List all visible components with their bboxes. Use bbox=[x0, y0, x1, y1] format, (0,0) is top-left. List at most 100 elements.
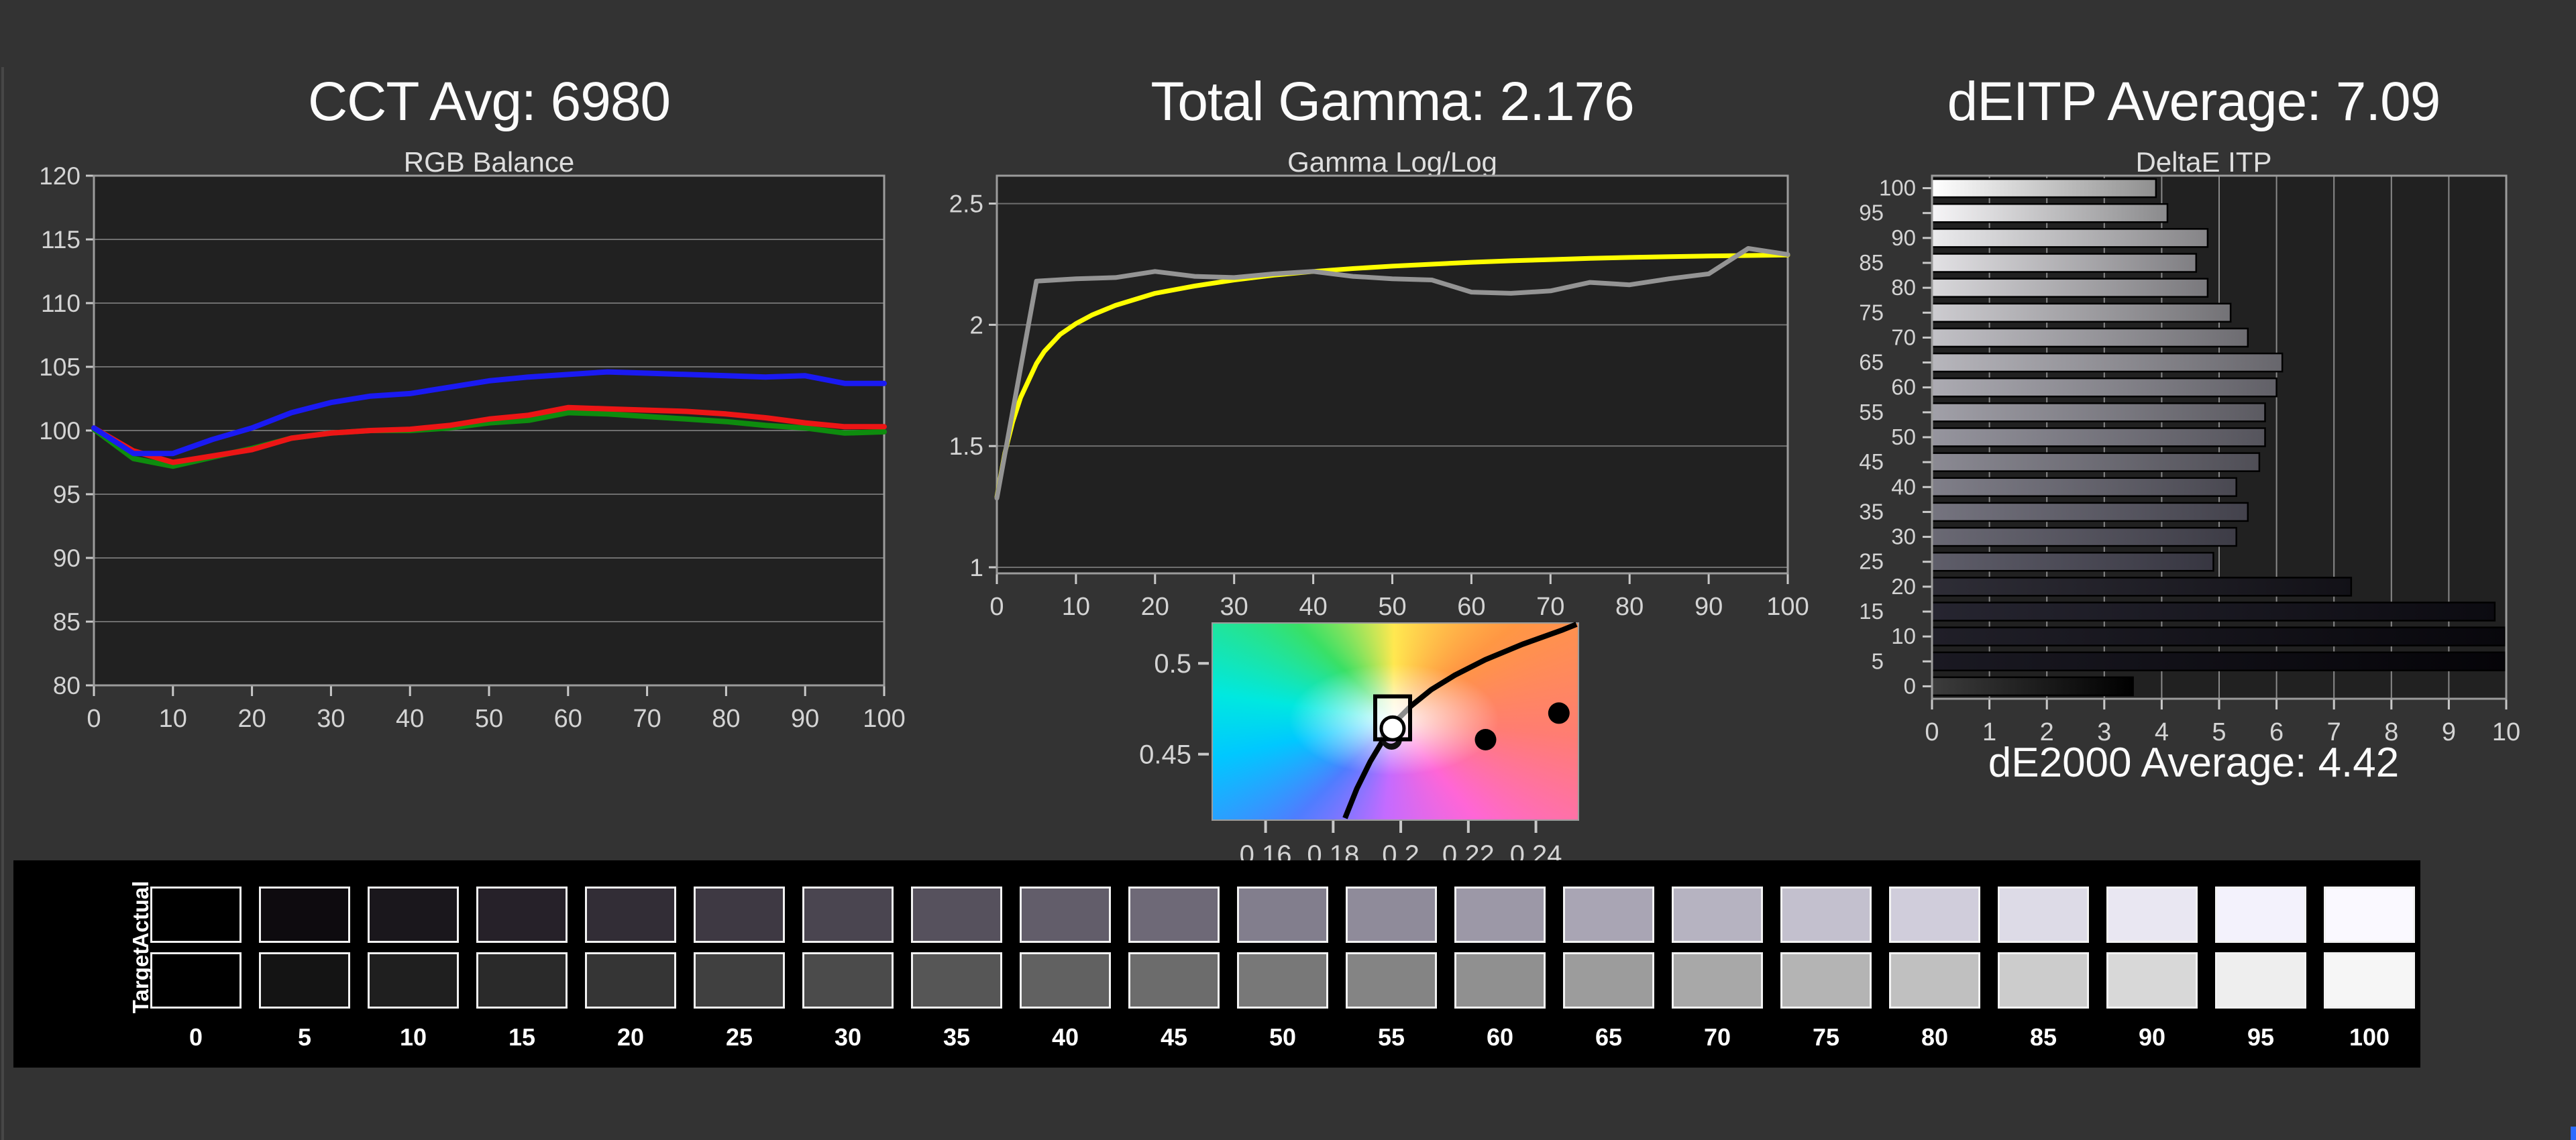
gamma_loglog-plot-border bbox=[996, 174, 1789, 575]
swatch-actual-30 bbox=[802, 887, 894, 943]
x-tick-label: 0 bbox=[989, 593, 1004, 621]
x-tick-label: 30 bbox=[317, 705, 345, 733]
swatch-level-label: 85 bbox=[2029, 1023, 2057, 1051]
swatch-actual-0 bbox=[150, 887, 241, 943]
x-tick-label: 60 bbox=[1457, 593, 1485, 621]
rgb_balance-line-blue bbox=[91, 369, 887, 457]
y-tick-label: 10 bbox=[1891, 624, 1916, 648]
y-tick-label: 35 bbox=[1859, 499, 1884, 524]
swatch-level-label: 10 bbox=[399, 1023, 427, 1051]
grayscale-swatch-strip: Actual Target 0 5 10 15 20 25 30 35 40 45 50 55 60 65… bbox=[13, 860, 2420, 1068]
x-tick-label: 20 bbox=[1141, 593, 1169, 621]
y-tick-label: 20 bbox=[1891, 574, 1916, 599]
swatch-actual-50 bbox=[1237, 887, 1328, 943]
x-tick-label: 50 bbox=[475, 705, 503, 733]
y-tick-label: 100 bbox=[39, 417, 80, 445]
de2000-average-label: dE2000 Average: 4.42 bbox=[1988, 740, 2400, 786]
swatch-target-25 bbox=[694, 952, 785, 1009]
swatch-level-label: 25 bbox=[725, 1023, 753, 1051]
x-tick-label: 40 bbox=[1299, 593, 1327, 621]
swatch-actual-25 bbox=[694, 887, 785, 943]
deltae-bar-0 bbox=[1931, 676, 2134, 697]
x-tick-label: 90 bbox=[791, 705, 819, 733]
swatch-target-60 bbox=[1454, 952, 1546, 1009]
x-tick-label: 70 bbox=[1536, 593, 1564, 621]
y-tick-label: 90 bbox=[53, 545, 80, 572]
swatch-target-100 bbox=[2324, 952, 2415, 1009]
y-tick-label: 1 bbox=[969, 554, 983, 581]
cie-y-tick-label: 0.5 bbox=[1154, 649, 1191, 679]
swatch-level-label: 100 bbox=[2349, 1023, 2390, 1051]
y-tick-label: 75 bbox=[1859, 300, 1884, 325]
x-tick-label: 30 bbox=[1220, 593, 1248, 621]
x-tick-label: 0 bbox=[87, 705, 101, 733]
swatch-level-label: 40 bbox=[1051, 1023, 1079, 1051]
swatch-actual-65 bbox=[1563, 887, 1654, 943]
x-tick-label: 80 bbox=[1615, 593, 1644, 621]
gamma_loglog-line-measured-gamma bbox=[994, 246, 1790, 501]
swatch-level-label: 15 bbox=[508, 1023, 536, 1051]
swatch-target-75 bbox=[1780, 952, 1872, 1009]
rgb-balance-subtitle: RGB Balance bbox=[403, 146, 575, 178]
y-tick-label: 110 bbox=[41, 290, 80, 317]
deltae-bar-75 bbox=[1931, 302, 2232, 323]
swatch-target-15 bbox=[476, 952, 568, 1009]
y-tick-label: 45 bbox=[1859, 449, 1884, 474]
swatch-actual-80 bbox=[1889, 887, 1980, 943]
swatch-level-label: 80 bbox=[1921, 1023, 1949, 1051]
deltae-bar-25 bbox=[1931, 551, 2214, 572]
swatch-level-label: 30 bbox=[834, 1023, 862, 1051]
swatch-level-label: 65 bbox=[1595, 1023, 1623, 1051]
deltae-bar-95 bbox=[1931, 203, 2169, 223]
swatch-target-5 bbox=[259, 952, 350, 1009]
swatch-actual-75 bbox=[1780, 887, 1872, 943]
swatch-target-0 bbox=[150, 952, 241, 1009]
gamma-loglog-subtitle: Gamma Log/Log bbox=[1287, 146, 1497, 178]
y-tick-label: 0 bbox=[1904, 673, 1916, 698]
swatch-actual-60 bbox=[1454, 887, 1546, 943]
corner-artifact bbox=[2571, 1127, 2576, 1140]
swatch-level-label: 55 bbox=[1377, 1023, 1405, 1051]
deltae-bar-45 bbox=[1931, 452, 2261, 472]
deltae-bar-50 bbox=[1931, 427, 2266, 447]
x-tick-label: 90 bbox=[1695, 593, 1723, 621]
x-tick-label: 80 bbox=[712, 705, 740, 733]
swatch-target-45 bbox=[1128, 952, 1220, 1009]
deltae-itp-subtitle: DeltaE ITP bbox=[2135, 146, 2272, 178]
x-tick-label: 40 bbox=[396, 705, 424, 733]
swatch-level-label: 50 bbox=[1269, 1023, 1297, 1051]
swatch-target-55 bbox=[1346, 952, 1437, 1009]
y-tick-label: 30 bbox=[1891, 524, 1916, 549]
swatch-level-label: 60 bbox=[1486, 1023, 1514, 1051]
deltae-bar-15 bbox=[1931, 602, 2496, 622]
swatch-target-30 bbox=[802, 952, 894, 1009]
swatch-target-90 bbox=[2106, 952, 2198, 1009]
deltae-bar-30 bbox=[1931, 526, 2237, 547]
deltae-bar-90 bbox=[1931, 228, 2209, 248]
x-tick-label: 10 bbox=[1062, 593, 1090, 621]
swatch-target-35 bbox=[911, 952, 1002, 1009]
deltae-bar-20 bbox=[1931, 577, 2353, 597]
window-edge bbox=[1, 67, 4, 1140]
deltae-bar-10 bbox=[1931, 626, 2506, 646]
y-tick-label: 80 bbox=[53, 672, 80, 699]
x-tick-label: 50 bbox=[1378, 593, 1406, 621]
deltae-bar-35 bbox=[1931, 502, 2249, 522]
deitp-average-title: dEITP Average: 7.09 bbox=[1947, 71, 2441, 132]
y-tick-label: 85 bbox=[1859, 250, 1884, 275]
swatch-level-label: 95 bbox=[2247, 1023, 2275, 1051]
y-tick-label: 120 bbox=[39, 162, 80, 190]
rgb_balance-plot-border bbox=[93, 174, 885, 687]
cie-y-tick-label: 0.45 bbox=[1139, 740, 1191, 770]
swatch-actual-35 bbox=[911, 887, 1002, 943]
swatch-target-40 bbox=[1020, 952, 1111, 1009]
cct-average-title: CCT Avg: 6980 bbox=[307, 71, 671, 132]
deltae-bar-5 bbox=[1931, 651, 2506, 672]
swatch-actual-40 bbox=[1020, 887, 1111, 943]
y-tick-label: 105 bbox=[39, 353, 80, 381]
y-tick-label: 40 bbox=[1891, 474, 1916, 499]
swatch-level-label: 5 bbox=[297, 1023, 312, 1051]
swatch-target-95 bbox=[2215, 952, 2306, 1009]
deltae-bar-100 bbox=[1931, 178, 2157, 198]
swatch-actual-45 bbox=[1128, 887, 1220, 943]
